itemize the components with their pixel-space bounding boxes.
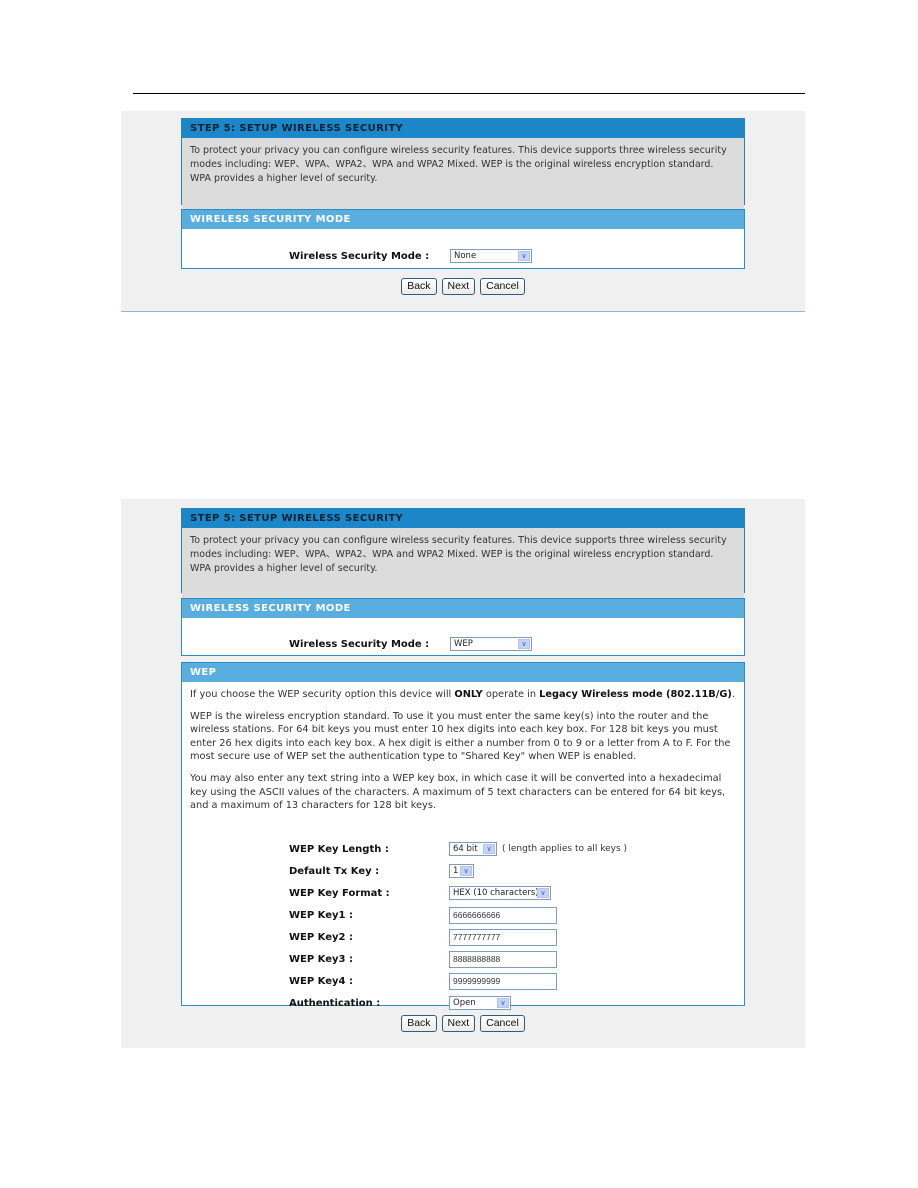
wep-key1-input[interactable] [449, 906, 557, 924]
wep-panel: WEP If you choose the WEP security optio… [181, 662, 745, 1010]
wep-key1-label: WEP Key1 : [289, 909, 353, 921]
step5-header: STEP 5: SETUP WIRELESS SECURITY [182, 119, 744, 138]
cancel-button[interactable]: Cancel [480, 278, 525, 295]
wep-key2-input[interactable] [449, 928, 557, 946]
key-format-label: WEP Key Format : [289, 887, 390, 899]
step5-description: To protect your privacy you can configur… [182, 138, 744, 211]
security-mode-header: WIRELESS SECURITY MODE [182, 599, 744, 618]
page-header-rule [133, 93, 805, 94]
wep-key3-label: WEP Key3 : [289, 953, 353, 965]
step5-description: To protect your privacy you can configur… [182, 528, 744, 599]
security-mode-label: Wireless Security Mode : [289, 638, 430, 650]
default-tx-key-select[interactable]: 1 ∨ [449, 864, 474, 878]
step5-panel: STEP 5: SETUP WIRELESS SECURITY To prote… [181, 508, 745, 599]
step5-header: STEP 5: SETUP WIRELESS SECURITY [182, 509, 744, 528]
wizard-buttons: Back Next Cancel [121, 278, 805, 295]
next-button[interactable]: Next [441, 278, 476, 295]
security-mode-value: WEP [454, 639, 473, 649]
chevron-down-icon[interactable]: ∨ [518, 251, 530, 261]
security-mode-panel: WIRELESS SECURITY MODE Wireless Security… [181, 598, 745, 656]
key-format-select[interactable]: HEX (10 characters) ∨ [449, 886, 551, 900]
next-button[interactable]: Next [441, 1015, 476, 1032]
chevron-down-icon[interactable]: ∨ [460, 866, 472, 876]
step5-panel: STEP 5: SETUP WIRELESS SECURITY To prote… [181, 118, 745, 211]
wep-text-key-info: You may also enter any text string into … [190, 772, 726, 812]
wep-key4-label: WEP Key4 : [289, 975, 353, 987]
default-tx-key-label: Default Tx Key : [289, 865, 380, 877]
security-mode-select[interactable]: WEP ∨ [450, 637, 532, 651]
wep-key3-input[interactable] [449, 950, 557, 968]
back-button[interactable]: Back [401, 278, 437, 295]
chevron-down-icon[interactable]: ∨ [537, 888, 549, 898]
wep-key2-label: WEP Key2 : [289, 931, 353, 943]
security-mode-select[interactable]: None ∨ [450, 249, 532, 263]
security-mode-label: Wireless Security Mode : [289, 250, 430, 262]
authentication-select[interactable]: Open ∨ [449, 996, 511, 1010]
screenshot-security-mode-none: STEP 5: SETUP WIRELESS SECURITY To prote… [121, 111, 805, 312]
security-mode-value: None [454, 251, 477, 261]
screenshot-security-mode-wep: STEP 5: SETUP WIRELESS SECURITY To prote… [121, 499, 805, 1048]
wep-notice: If you choose the WEP security option th… [190, 689, 735, 700]
wep-key4-input[interactable] [449, 972, 557, 990]
back-button[interactable]: Back [401, 1015, 437, 1032]
chevron-down-icon[interactable]: ∨ [518, 639, 530, 649]
security-mode-header: WIRELESS SECURITY MODE [182, 210, 744, 229]
cancel-button[interactable]: Cancel [480, 1015, 525, 1032]
security-mode-panel: WIRELESS SECURITY MODE Wireless Security… [181, 209, 745, 269]
key-length-note: ( length applies to all keys ) [502, 844, 628, 854]
key-length-select[interactable]: 64 bit ∨ [449, 842, 497, 856]
wizard-buttons: Back Next Cancel [121, 1015, 805, 1032]
key-length-label: WEP Key Length : [289, 843, 389, 855]
wep-explanation: WEP is the wireless encryption standard.… [190, 710, 731, 763]
chevron-down-icon[interactable]: ∨ [483, 844, 495, 854]
wep-header: WEP [182, 663, 744, 682]
chevron-down-icon[interactable]: ∨ [497, 998, 509, 1008]
authentication-label: Authentication : [289, 997, 381, 1009]
wep-description: If you choose the WEP security option th… [182, 682, 744, 813]
